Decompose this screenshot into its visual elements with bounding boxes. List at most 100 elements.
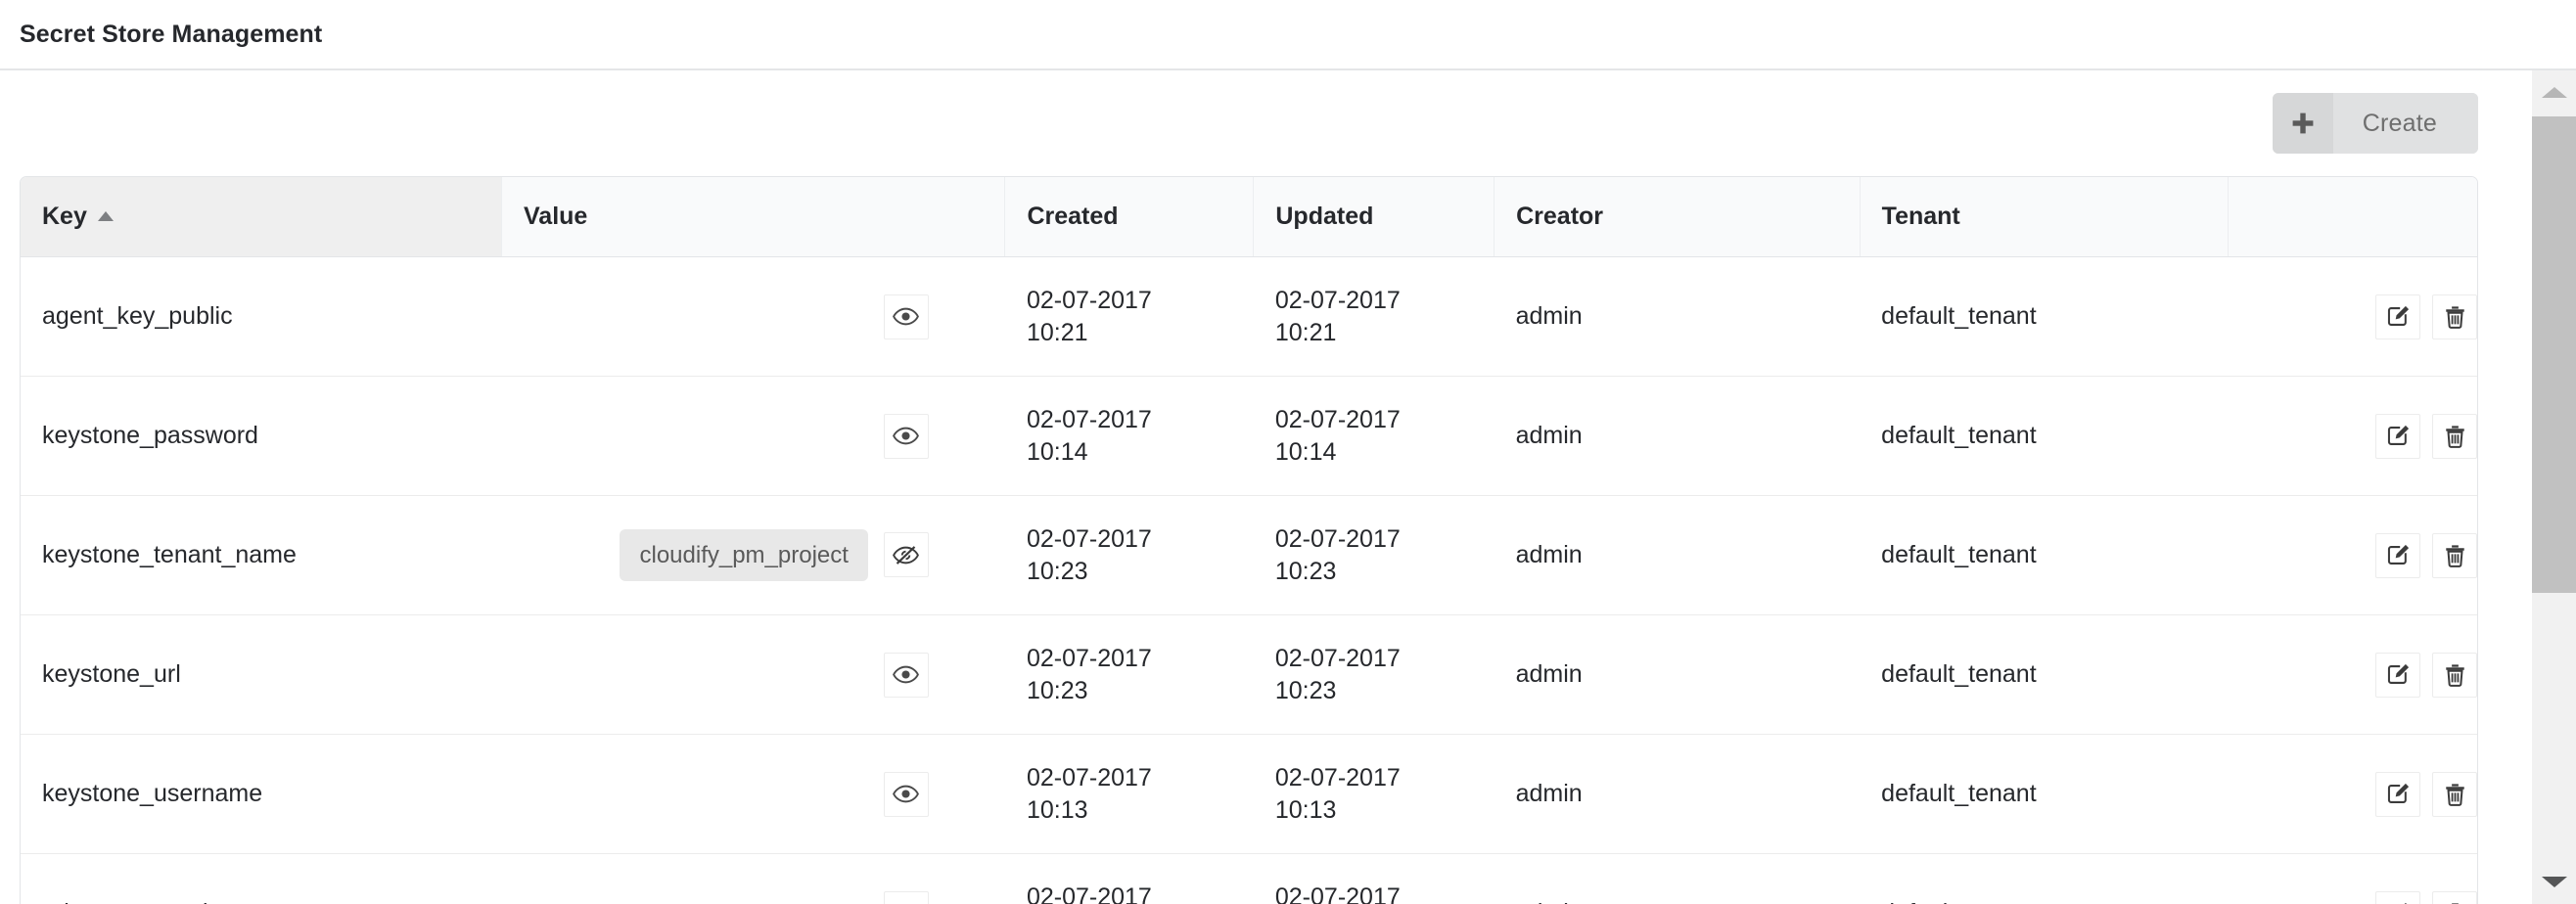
created-time: 10:23 xyxy=(1026,557,1088,585)
cell-tenant: default_tenant xyxy=(1860,376,2229,496)
scroll-down-button[interactable] xyxy=(2532,860,2576,904)
edit-button[interactable] xyxy=(2375,532,2420,578)
edit-button[interactable] xyxy=(2375,413,2420,459)
secret-store-page: Secret Store Management Create Key Value… xyxy=(0,0,2576,904)
scrollbar-thumb[interactable] xyxy=(2532,116,2576,593)
column-header-key-label: Key xyxy=(42,203,87,230)
cell-tenant: default_tenant xyxy=(1860,734,2229,854)
plus-icon xyxy=(2272,93,2333,154)
cell-value xyxy=(501,376,1005,496)
updated-time: 10:23 xyxy=(1274,557,1337,585)
vertical-scrollbar[interactable] xyxy=(2525,70,2576,904)
table-row[interactable]: agent_key_public 02-07-2017 10:21 02-07-201… xyxy=(21,256,2477,377)
created-date: 02-07-2017 xyxy=(1026,524,1152,553)
eye-icon[interactable] xyxy=(883,890,929,904)
updated-date: 02-07-2017 xyxy=(1274,644,1401,672)
column-header-value[interactable]: Value xyxy=(501,177,1006,257)
created-date: 02-07-2017 xyxy=(1026,763,1152,791)
eye-icon[interactable] xyxy=(883,771,929,817)
secrets-table-container: Key Value Created Updated Creator Tenant… xyxy=(20,176,2478,904)
cell-updated: 02-07-2017 10:14 xyxy=(1253,376,1495,496)
updated-time: 10:13 xyxy=(1274,795,1337,824)
cell-creator: admin xyxy=(1494,495,1861,615)
cell-creator: admin xyxy=(1494,734,1861,854)
eye-icon[interactable] xyxy=(883,413,929,459)
created-date: 02-07-2017 xyxy=(1026,644,1152,672)
updated-date: 02-07-2017 xyxy=(1274,882,1401,904)
cell-value xyxy=(501,734,1005,854)
cell-actions xyxy=(2229,854,2477,904)
edit-button[interactable] xyxy=(2375,294,2420,339)
cell-creator: admin xyxy=(1494,256,1861,377)
table-header-row: Key Value Created Updated Creator Tenant xyxy=(21,177,2477,257)
updated-date: 02-07-2017 xyxy=(1274,763,1401,791)
edit-button[interactable] xyxy=(2375,890,2420,904)
cell-created: 02-07-2017 10:13 xyxy=(1004,734,1254,854)
created-time: 10:23 xyxy=(1026,676,1088,704)
edit-button[interactable] xyxy=(2375,652,2420,698)
edit-button[interactable] xyxy=(2375,771,2420,817)
create-button[interactable]: Create xyxy=(2272,93,2478,154)
cell-value xyxy=(502,854,1005,904)
delete-button[interactable] xyxy=(2432,532,2477,578)
cell-tenant: default_tenant xyxy=(1860,614,2229,735)
column-header-key[interactable]: Key xyxy=(21,177,502,257)
cell-key: keystone_tenant_name xyxy=(21,495,502,615)
table-row[interactable]: keystone_password 02-07-2017 10:14 02-07-20… xyxy=(21,376,2477,496)
delete-button[interactable] xyxy=(2432,294,2477,339)
caret-up-icon xyxy=(2541,87,2567,98)
cell-created: 02-07-2017 10:23 xyxy=(1004,495,1254,615)
table-row[interactable]: keystone_username 02-07-2017 10:13 02-07-20… xyxy=(21,734,2477,854)
cell-key: private_network_name xyxy=(21,854,502,904)
column-header-actions xyxy=(2228,177,2477,257)
cell-value xyxy=(501,614,1005,735)
eye-slash-icon[interactable] xyxy=(883,532,929,578)
cell-key: keystone_username xyxy=(21,734,502,854)
cell-key: keystone_password xyxy=(21,376,502,496)
updated-time: 10:14 xyxy=(1274,437,1337,466)
updated-date: 02-07-2017 xyxy=(1274,405,1401,433)
table-row[interactable]: keystone_url 02-07-2017 10:23 02-07-2017 10:… xyxy=(21,614,2477,735)
table-body: agent_key_public 02-07-2017 10:21 02-07-201… xyxy=(21,256,2477,904)
cell-actions xyxy=(2228,734,2477,854)
column-header-tenant[interactable]: Tenant xyxy=(1860,177,2230,257)
cell-value xyxy=(501,256,1005,377)
table-header: Key Value Created Updated Creator Tenant xyxy=(21,177,2477,257)
cell-updated: 02-07-201710:28 xyxy=(1254,854,1495,904)
eye-icon[interactable] xyxy=(883,294,929,339)
cell-created: 02-07-201710:28 xyxy=(1005,854,1254,904)
content-pane: Create Key Value Created Updated Creator… xyxy=(0,70,2525,904)
delete-button[interactable] xyxy=(2432,413,2477,459)
cell-actions xyxy=(2228,256,2477,377)
delete-button[interactable] xyxy=(2432,771,2477,817)
updated-date: 02-07-2017 xyxy=(1274,524,1401,553)
cell-tenant: default_tenant xyxy=(1860,495,2229,615)
updated-date: 02-07-2017 xyxy=(1274,286,1401,314)
cell-updated: 02-07-2017 10:21 xyxy=(1253,256,1495,377)
cell-key: agent_key_public xyxy=(21,256,502,377)
scroll-viewport: Create Key Value Created Updated Creator… xyxy=(0,70,2525,904)
delete-button[interactable] xyxy=(2432,652,2477,698)
table-row[interactable]: private_network_name02-07-201710:2802-07… xyxy=(21,854,2477,904)
create-button-label: Create xyxy=(2332,93,2478,154)
cell-creator: admin xyxy=(1494,376,1861,496)
column-header-created[interactable]: Created xyxy=(1004,177,1255,257)
cell-updated: 02-07-2017 10:23 xyxy=(1253,614,1495,735)
cell-actions xyxy=(2228,376,2477,496)
cell-tenant: default_tenant xyxy=(1860,256,2229,377)
eye-icon[interactable] xyxy=(883,652,929,698)
cell-creator: admin xyxy=(1494,614,1861,735)
scroll-up-button[interactable] xyxy=(2532,70,2576,114)
created-time: 10:21 xyxy=(1026,318,1088,346)
delete-button[interactable] xyxy=(2432,890,2477,904)
updated-time: 10:21 xyxy=(1274,318,1337,346)
cell-created: 02-07-2017 10:21 xyxy=(1004,256,1254,377)
table-row[interactable]: keystone_tenant_name cloudify_pm_project 0… xyxy=(21,495,2477,615)
cell-created: 02-07-2017 10:14 xyxy=(1004,376,1254,496)
caret-down-icon xyxy=(2541,877,2567,887)
column-header-creator[interactable]: Creator xyxy=(1494,177,1861,257)
cell-tenant: default_tenant xyxy=(1860,854,2229,904)
column-header-updated[interactable]: Updated xyxy=(1253,177,1495,257)
cell-value: cloudify_pm_project xyxy=(501,495,1005,615)
updated-time: 10:23 xyxy=(1274,676,1337,704)
